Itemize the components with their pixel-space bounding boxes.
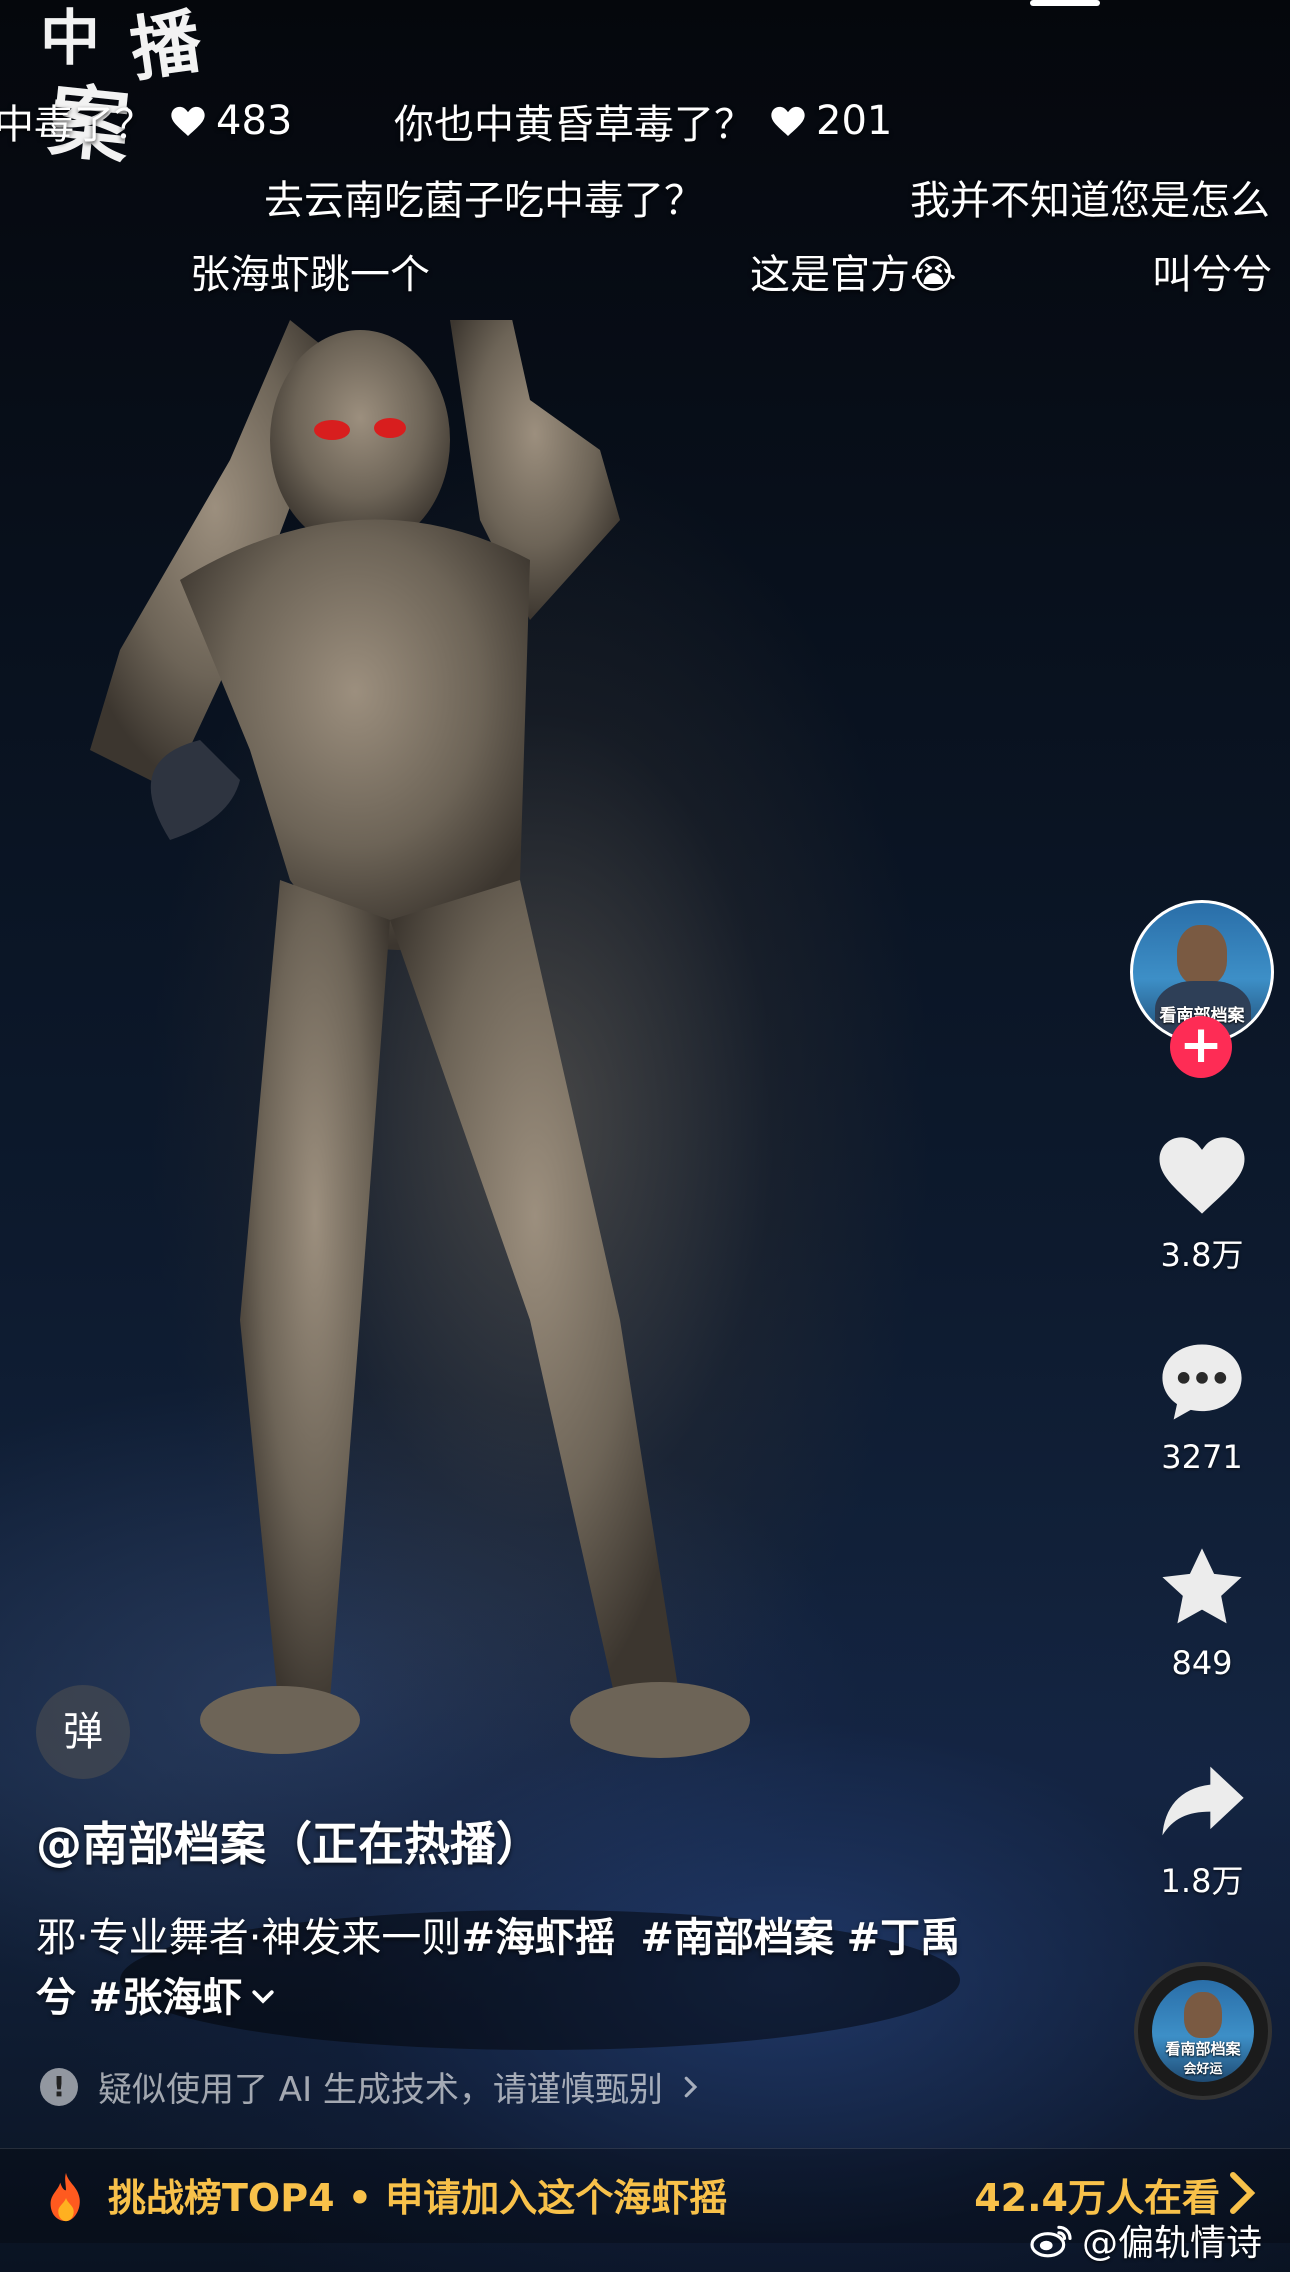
weibo-watermark: @偏轨情诗 — [1028, 2214, 1262, 2266]
danmaku-text: 去云南吃菌子吃中毒了？ — [264, 178, 704, 224]
top-indicator-bar — [1030, 0, 1100, 6]
danmaku-item[interactable]: 我并不知道您是怎么 — [910, 168, 1270, 226]
video-player-screen[interactable]: 中 播 案 中毒了？ 483 你也中黄昏草毒了？ 201 去云南吃菌子吃中毒了？… — [0, 0, 1290, 2272]
danmaku-toggle-button[interactable]: 弹 — [36, 1685, 130, 1779]
music-disc-line1: 看南部档案 — [1165, 2040, 1241, 2058]
danmaku-text: 中毒了？ — [0, 102, 154, 148]
hashtag-link[interactable]: #海虾摇 — [461, 1915, 615, 1961]
author-name-link[interactable]: @南部档案（正在热播） — [36, 1808, 542, 1874]
follow-button[interactable]: + — [1170, 1016, 1232, 1078]
author-avatar-group[interactable]: 看南部档案 + — [1130, 900, 1274, 1078]
chevron-down-icon[interactable] — [248, 1981, 278, 2011]
heart-icon — [1159, 1137, 1245, 1214]
danmaku-text: 叫兮兮 — [1152, 252, 1272, 298]
favorite-count: 849 — [1171, 1644, 1233, 1682]
hashtag-link[interactable]: #南部档案 — [640, 1915, 834, 1961]
watermark-text: @偏轨情诗 — [1081, 2223, 1262, 2264]
danmaku-text: 你也中黄昏草毒了？ — [394, 102, 754, 148]
danmaku-text: 这是官方😭 — [750, 252, 957, 298]
like-button[interactable]: 3.8万 — [1140, 1124, 1264, 1276]
weibo-icon — [1030, 2225, 1072, 2258]
fire-icon — [50, 2172, 80, 2222]
ai-generated-notice[interactable]: ! 疑似使用了 AI 生成技术，请谨慎甄别 — [40, 2062, 705, 2111]
share-icon — [1162, 1766, 1244, 1836]
challenge-rank-text: 挑战榜TOP4 • 申请加入这个海虾摇 — [108, 2176, 728, 2220]
like-count: 3.8万 — [1160, 1236, 1244, 1274]
danmaku-item[interactable]: 你也中黄昏草毒了？ 201 — [394, 92, 892, 150]
danmaku-like-count: 201 — [816, 98, 893, 144]
danmaku-item[interactable]: 张海虾跳一个 — [190, 242, 430, 300]
favorite-button[interactable]: 849 — [1140, 1538, 1264, 1682]
share-button[interactable]: 1.8万 — [1140, 1750, 1264, 1902]
danmaku-text: 张海虾跳一个 — [190, 252, 430, 298]
ai-notice-text: 疑似使用了 AI 生成技术，请谨慎甄别 — [98, 2070, 663, 2110]
avatar-head — [1177, 925, 1227, 985]
music-disc-head — [1184, 1992, 1222, 2038]
logo-char-2: 播 — [125, 0, 207, 92]
star-icon — [1162, 1548, 1242, 1624]
danmaku-like-count: 483 — [216, 98, 293, 144]
music-disc-cover: 看南部档案 会好运 — [1152, 1980, 1254, 2082]
description-text: 邪·专业舞者·神发来一则 — [36, 1915, 462, 1961]
post-description[interactable]: 邪·专业舞者·神发来一则#海虾摇 #南部档案 #丁禹兮 #张海虾 — [36, 1908, 1016, 2028]
danmaku-item[interactable]: 中毒了？ 483 — [0, 92, 292, 150]
chevron-right-icon — [684, 2076, 698, 2097]
danmaku-item[interactable]: 去云南吃菌子吃中毒了？ — [264, 168, 704, 226]
danmaku-text: 我并不知道您是怎么 — [910, 178, 1270, 224]
info-icon: ! — [40, 2067, 78, 2106]
heart-icon — [771, 106, 805, 136]
comment-button[interactable]: 3271 — [1140, 1332, 1264, 1476]
share-count: 1.8万 — [1160, 1862, 1244, 1900]
comment-count: 3271 — [1161, 1438, 1243, 1476]
comment-icon — [1162, 1344, 1242, 1420]
hashtag-link[interactable]: #张海虾 — [89, 1975, 243, 2021]
danmaku-item[interactable]: 这是官方😭 — [750, 242, 957, 300]
channel-logo: 中 播 案 — [40, 0, 220, 180]
heart-icon — [171, 106, 205, 136]
music-disc[interactable]: 看南部档案 会好运 — [1134, 1962, 1272, 2100]
music-disc-line2: 会好运 — [1183, 2062, 1223, 2077]
danmaku-item[interactable]: 叫兮兮 — [1152, 242, 1272, 300]
